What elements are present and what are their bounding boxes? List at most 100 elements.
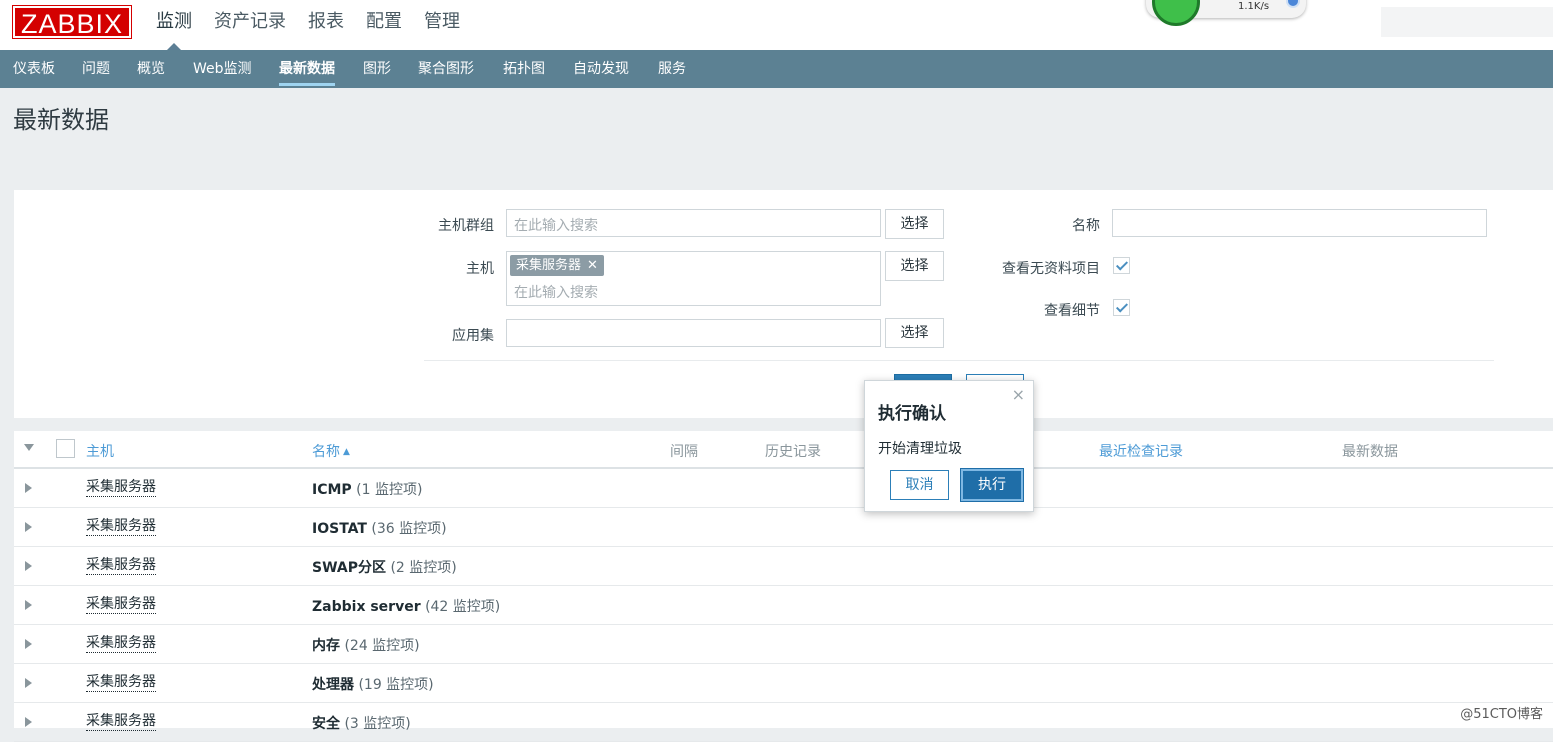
show-details-label: 查看细节 [1044, 303, 1100, 319]
submenu-latest-data[interactable]: 最新数据 [279, 50, 335, 88]
expand-icon[interactable] [25, 678, 32, 688]
row-app-name: Zabbix server [312, 599, 421, 615]
zabbix-logo[interactable]: ZABBIX [12, 5, 132, 39]
dialog-message: 开始清理垃圾 [878, 441, 962, 457]
host-tag: 采集服务器 ✕ [510, 255, 604, 276]
submenu-graphs[interactable]: 图形 [363, 50, 391, 88]
close-icon[interactable]: × [1012, 385, 1025, 404]
submenu-dashboard[interactable]: 仪表板 [13, 50, 55, 88]
row-app-name: 处理器 [312, 677, 354, 693]
column-last-value: 最新数据 [1342, 444, 1398, 460]
page-title: 最新数据 [13, 106, 109, 134]
column-last-check[interactable]: 最近检查记录 [1099, 441, 1183, 461]
row-host[interactable]: 采集服务器 [86, 596, 156, 614]
row-host[interactable]: 采集服务器 [86, 518, 156, 536]
widget-dot-icon [1286, 0, 1300, 8]
cancel-button[interactable]: 取消 [890, 470, 949, 500]
submenu-maps[interactable]: 拓扑图 [503, 50, 545, 88]
table-row: 采集服务器 IOSTAT (36 监控项) [14, 508, 1553, 547]
application-label: 应用集 [452, 328, 494, 344]
sub-menu: 仪表板 问题 概览 Web监测 最新数据 图形 聚合图形 拓扑图 自动发现 服务 [0, 50, 1553, 88]
watermark: @51CTO博客 [1460, 707, 1543, 722]
row-host[interactable]: 采集服务器 [86, 635, 156, 653]
submenu-services[interactable]: 服务 [658, 50, 686, 88]
expand-icon[interactable] [25, 717, 32, 727]
table-header: 主机 名称 ▲ 间隔 历史记录 最近检查记录 最新数据 [14, 431, 1553, 469]
host-group-select-button[interactable]: 选择 [885, 209, 944, 239]
row-app-count: (3 监控项) [344, 716, 411, 732]
application-select-button[interactable]: 选择 [885, 318, 944, 348]
menu-administration[interactable]: 管理 [424, 0, 460, 50]
table-row: 采集服务器 Zabbix server (42 监控项) [14, 586, 1553, 625]
main-menu: 监测 资产记录 报表 配置 管理 [156, 0, 482, 50]
column-name[interactable]: 名称 ▲ [312, 441, 350, 461]
submenu-screens[interactable]: 聚合图形 [418, 50, 474, 88]
network-speed-widget[interactable]: 1.1K/s [1146, 0, 1306, 26]
row-application: IOSTAT (36 监控项) [312, 518, 447, 538]
row-application: Zabbix server (42 监控项) [312, 596, 500, 616]
filter-panel: 主机群组 在此输入搜索 选择 主机 采集服务器 ✕ 在此输入搜索 选择 应用集 选… [14, 190, 1553, 418]
row-app-count: (42 监控项) [425, 599, 501, 615]
menu-inventory[interactable]: 资产记录 [214, 0, 286, 50]
submenu-problems[interactable]: 问题 [82, 50, 110, 88]
row-application: 内存 (24 监控项) [312, 635, 420, 655]
column-history: 历史记录 [765, 444, 821, 460]
submenu-overview[interactable]: 概览 [137, 50, 165, 88]
row-application: ICMP (1 监控项) [312, 479, 422, 499]
row-host[interactable]: 采集服务器 [86, 479, 156, 497]
row-app-name: 安全 [312, 716, 340, 732]
row-app-count: (2 监控项) [390, 560, 457, 576]
host-input-placeholder: 在此输入搜索 [514, 285, 598, 301]
expand-icon[interactable] [25, 639, 32, 649]
host-select-button[interactable]: 选择 [885, 251, 944, 281]
submenu-web[interactable]: Web监测 [193, 50, 252, 88]
row-app-count: (19 监控项) [358, 677, 434, 693]
remove-tag-icon[interactable]: ✕ [587, 258, 598, 273]
show-without-data-label: 查看无资料项目 [1002, 261, 1100, 277]
host-group-input[interactable]: 在此输入搜索 [506, 209, 881, 237]
table-row: 采集服务器 ICMP (1 监控项) [14, 469, 1553, 508]
name-label: 名称 [1072, 218, 1100, 234]
filter-divider [424, 360, 1494, 361]
collapse-all-icon[interactable] [24, 444, 34, 451]
host-label: 主机 [466, 261, 494, 277]
row-host[interactable]: 采集服务器 [86, 557, 156, 575]
row-application: SWAP分区 (2 监控项) [312, 557, 457, 577]
row-application: 处理器 (19 监控项) [312, 674, 434, 694]
column-host[interactable]: 主机 [86, 441, 114, 461]
column-name-label: 名称 [312, 444, 340, 460]
show-without-data-checkbox[interactable] [1113, 257, 1130, 274]
expand-icon[interactable] [25, 483, 32, 493]
sort-asc-icon: ▲ [343, 447, 350, 457]
network-speed: 1.1K/s [1238, 1, 1270, 12]
host-group-label: 主机群组 [438, 218, 494, 234]
row-app-name: SWAP分区 [312, 560, 386, 576]
expand-icon[interactable] [25, 561, 32, 571]
application-input[interactable] [506, 319, 881, 347]
row-application: 安全 (3 监控项) [312, 713, 411, 733]
show-details-checkbox[interactable] [1113, 299, 1130, 316]
select-all-checkbox[interactable] [56, 439, 75, 458]
expand-icon[interactable] [25, 522, 32, 532]
row-app-count: (24 监控项) [344, 638, 420, 654]
column-interval: 间隔 [670, 444, 698, 460]
name-input[interactable] [1112, 209, 1487, 237]
row-host[interactable]: 采集服务器 [86, 674, 156, 692]
row-host[interactable]: 采集服务器 [86, 713, 156, 731]
global-search-input[interactable] [1381, 7, 1553, 37]
latest-data-table: 主机 名称 ▲ 间隔 历史记录 最近检查记录 最新数据 采集服务器 ICMP (1… [14, 431, 1553, 742]
row-app-name: 内存 [312, 638, 340, 654]
host-input[interactable]: 采集服务器 ✕ 在此输入搜索 [506, 251, 881, 306]
table-row: 采集服务器 安全 (3 监控项) [14, 703, 1553, 742]
row-app-count: (36 监控项) [371, 521, 447, 537]
execute-button[interactable]: 执行 [960, 468, 1024, 502]
menu-configuration[interactable]: 配置 [366, 0, 402, 50]
table-row: 采集服务器 处理器 (19 监控项) [14, 664, 1553, 703]
row-app-name: ICMP [312, 482, 352, 498]
table-row: 采集服务器 内存 (24 监控项) [14, 625, 1553, 664]
menu-monitoring[interactable]: 监测 [156, 0, 192, 50]
execute-confirm-dialog: 执行确认 × 开始清理垃圾 取消 执行 [864, 380, 1034, 512]
expand-icon[interactable] [25, 600, 32, 610]
menu-reports[interactable]: 报表 [308, 0, 344, 50]
submenu-discovery[interactable]: 自动发现 [573, 50, 629, 88]
